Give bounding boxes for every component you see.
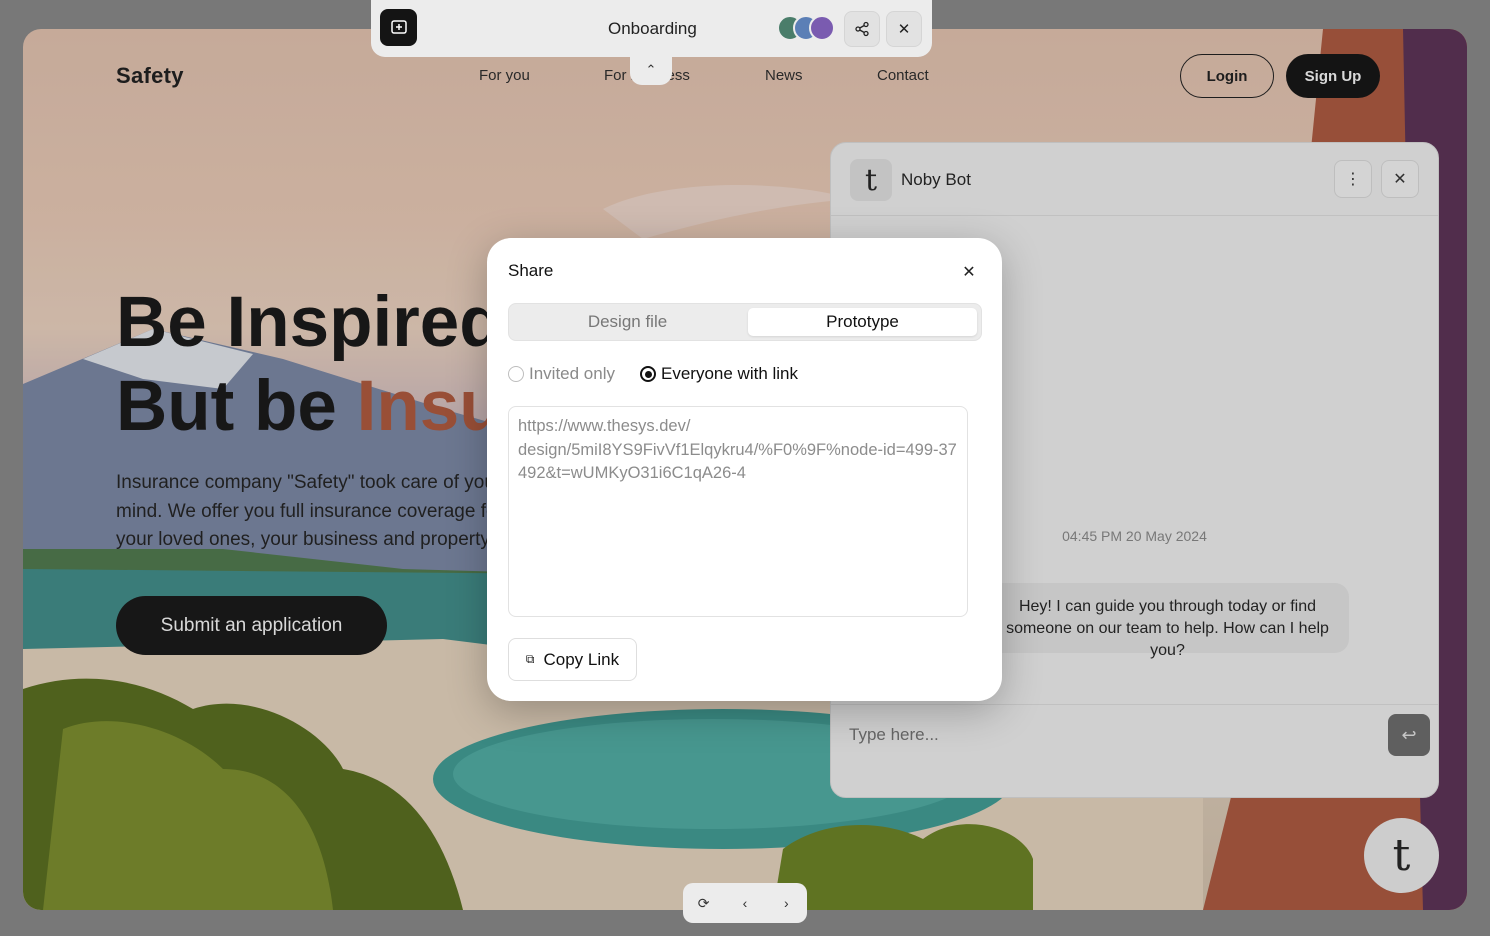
prototype-toolbar: Onboarding ✕	[371, 0, 932, 57]
share-dialog-close-button[interactable]: ✕	[957, 260, 981, 284]
close-icon: ✕	[897, 21, 911, 38]
share-icon	[855, 21, 869, 37]
add-comment-button[interactable]	[380, 9, 417, 46]
prototype-title: Onboarding	[608, 19, 697, 38]
prototype-navigation: ⟳ ‹ ›	[683, 883, 807, 923]
copy-link-button[interactable]: ⧉ Copy Link	[508, 638, 637, 681]
radio-invited-only[interactable]: Invited only	[508, 364, 615, 384]
share-dialog: Share ✕ Design file Prototype Invited on…	[487, 238, 1002, 701]
chevron-left-icon: ‹	[742, 895, 748, 911]
radio-unchecked-icon[interactable]	[508, 366, 524, 382]
copy-icon: ⧉	[525, 652, 535, 666]
previous-button[interactable]: ‹	[730, 888, 760, 918]
share-link-field[interactable]: https://www.thesys.dev/ design/5miI8YS9F…	[508, 406, 968, 617]
avatar[interactable]	[809, 15, 835, 41]
radio-checked-icon[interactable]	[640, 366, 656, 382]
tab-prototype[interactable]: Prototype	[748, 308, 977, 336]
share-type-toggle: Design file Prototype	[508, 303, 982, 341]
share-dialog-title: Share	[508, 261, 554, 280]
share-button[interactable]	[844, 11, 880, 47]
restart-icon: ⟳	[697, 894, 710, 911]
close-prototype-button[interactable]: ✕	[886, 11, 922, 47]
radio-label: Everyone with link	[661, 364, 799, 383]
copy-link-label: Copy Link	[543, 649, 620, 669]
collapse-toolbar-button[interactable]: ⌃	[630, 55, 672, 85]
comment-add-icon	[390, 19, 407, 34]
chevron-up-icon: ⌃	[645, 62, 657, 77]
radio-label: Invited only	[529, 364, 615, 383]
restart-button[interactable]: ⟳	[689, 888, 719, 918]
tab-design-file[interactable]: Design file	[513, 308, 742, 336]
chevron-right-icon: ›	[783, 895, 789, 911]
close-icon: ✕	[962, 264, 976, 281]
radio-everyone-with-link[interactable]: Everyone with link	[640, 364, 798, 384]
next-button[interactable]: ›	[771, 888, 801, 918]
